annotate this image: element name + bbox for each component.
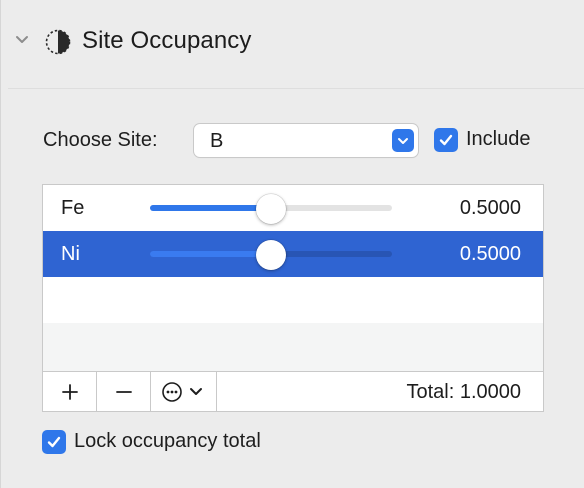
lock-occupancy-label[interactable]: Lock occupancy total [74,430,261,453]
slider-fill [150,205,271,211]
element-name: Ni [61,243,80,265]
add-button[interactable] [43,372,97,411]
table-row[interactable]: Fe 0.5000 [43,185,543,231]
occupancy-slider[interactable] [150,240,392,270]
site-select[interactable]: B [194,124,418,157]
plus-icon [61,383,78,400]
section-header: Site Occupancy [0,0,584,84]
slider-knob[interactable] [256,240,286,270]
site-select-value: B [210,130,224,152]
checkmark-icon [439,134,453,146]
chevron-down-icon[interactable] [14,32,30,48]
section-title: Site Occupancy [82,27,252,54]
element-name: Fe [61,197,85,219]
slider-knob[interactable] [256,194,286,224]
include-label[interactable]: Include [466,128,531,151]
empty-row [43,277,543,323]
half-circle-icon [44,28,72,56]
table-toolbar: Total: 1.0000 [43,371,543,411]
occupancy-table: Fe 0.5000 Ni 0.5000 Total: 1.0000 [42,184,544,412]
table-row[interactable]: Ni 0.5000 [43,231,543,277]
choose-site-label: Choose Site: [43,129,158,151]
checkmark-icon [47,436,61,448]
chevron-down-icon [189,387,202,395]
slider-fill [150,251,271,257]
lock-occupancy-checkbox[interactable] [42,430,66,454]
occupancy-value[interactable]: 0.5000 [460,197,521,220]
occupancy-value[interactable]: 0.5000 [460,243,521,266]
ellipsis-circle-icon [161,381,182,402]
minus-icon [115,390,132,393]
empty-row [43,323,543,371]
more-actions-button[interactable] [151,372,217,411]
remove-button[interactable] [97,372,151,411]
occupancy-slider[interactable] [150,194,392,224]
include-checkbox[interactable] [434,128,458,152]
chevron-down-icon[interactable] [392,129,414,152]
divider [8,88,584,89]
occupancy-total: Total: 1.0000 [406,381,521,403]
